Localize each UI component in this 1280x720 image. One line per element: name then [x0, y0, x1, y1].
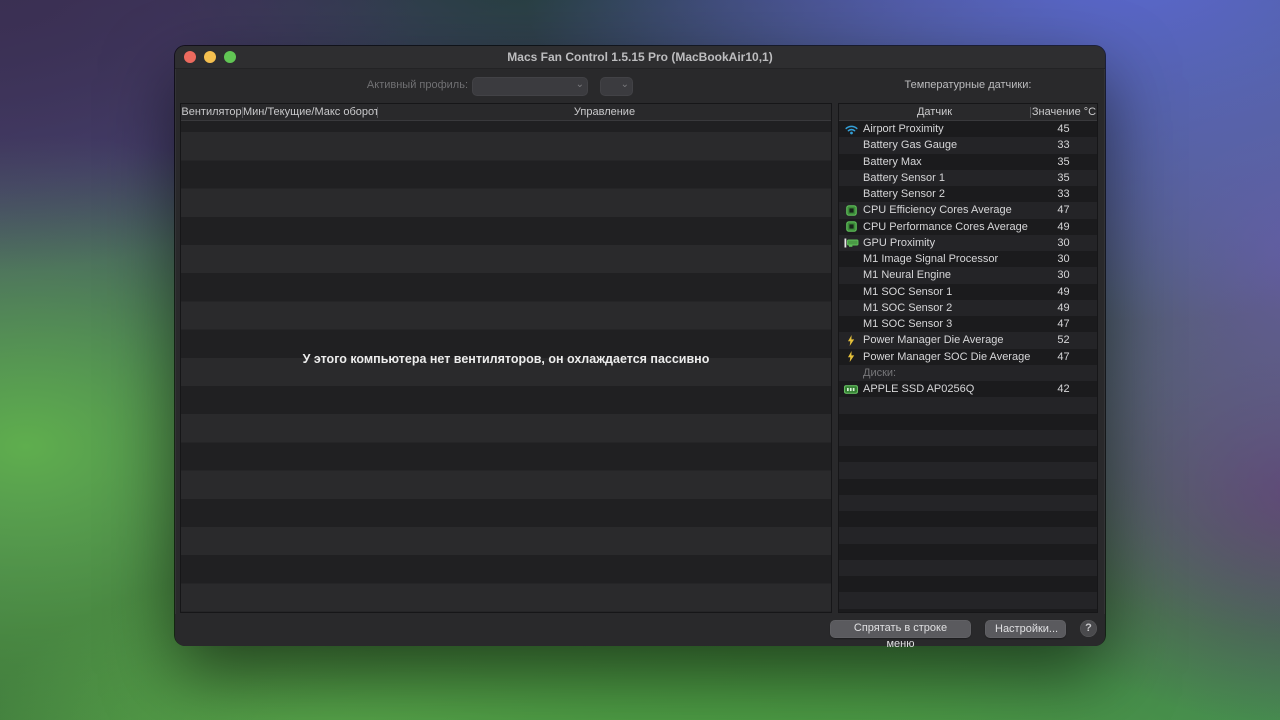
empty-row — [839, 479, 1097, 495]
sensor-row[interactable]: Battery Sensor 2 33 — [839, 186, 1097, 202]
sensor-value: 30 — [1030, 251, 1097, 267]
sensor-name: Диски: — [863, 365, 896, 381]
help-button[interactable]: ? — [1080, 620, 1097, 637]
empty-row — [839, 397, 1097, 413]
toolbar: Активный профиль: ⌄ ⌄ Температурные датч… — [175, 69, 1105, 103]
fans-table-body: У этого компьютера нет вентиляторов, он … — [181, 121, 831, 614]
empty-row — [839, 511, 1097, 527]
sensors-panel-title: Температурные датчики: — [838, 79, 1098, 91]
sensor-value: 49 — [1030, 219, 1097, 235]
sensor-name: Airport Proximity — [863, 121, 944, 137]
empty-row — [839, 544, 1097, 560]
bolt-icon — [842, 349, 860, 365]
sensor-row[interactable]: CPU Performance Cores Average49 — [839, 219, 1097, 235]
sensor-name: CPU Efficiency Cores Average — [863, 202, 1012, 218]
bolt-icon — [842, 332, 860, 348]
sensor-value: 35 — [1030, 154, 1097, 170]
empty-row — [839, 430, 1097, 446]
sensor-row[interactable]: Power Manager Die Average 52 — [839, 332, 1097, 348]
empty-row — [839, 446, 1097, 462]
gpu-icon — [842, 235, 860, 251]
fans-column-header-fan[interactable]: Вентилятор — [181, 106, 242, 118]
active-profile-label: Активный профиль: — [367, 79, 468, 91]
sensor-name: CPU Performance Cores Average — [863, 219, 1028, 235]
sensor-section-row[interactable]: Диски: — [839, 365, 1097, 381]
footer-bar: Спрятать в строке меню Настройки... ? — [175, 614, 1105, 646]
main-content: Вентилятор Мин/Текущие/Макс обороты Упра… — [175, 103, 1105, 614]
sensor-value: 52 — [1030, 332, 1097, 348]
sensor-value: 45 — [1030, 121, 1097, 137]
sensor-row[interactable]: M1 SOC Sensor 2 49 — [839, 300, 1097, 316]
window-title: Macs Fan Control 1.5.15 Pro (MacBookAir1… — [175, 46, 1105, 68]
sensor-value: 49 — [1030, 284, 1097, 300]
no-fans-message: У этого компьютера нет вентиляторов, он … — [181, 352, 831, 366]
desktop-wallpaper: Macs Fan Control 1.5.15 Pro (MacBookAir1… — [0, 0, 1280, 720]
sensor-name: M1 SOC Sensor 3 — [863, 316, 952, 332]
empty-row — [839, 462, 1097, 478]
sensor-name: M1 Neural Engine — [863, 267, 951, 283]
sensor-row[interactable]: Battery Gas Gauge 33 — [839, 137, 1097, 153]
sensor-value: 30 — [1030, 267, 1097, 283]
sensor-name: APPLE SSD AP0256Q — [863, 381, 974, 397]
sensor-name: M1 SOC Sensor 1 — [863, 284, 952, 300]
sensor-row[interactable]: M1 Image Signal Processor 30 — [839, 251, 1097, 267]
sensor-value: 47 — [1030, 316, 1097, 332]
window-titlebar[interactable]: Macs Fan Control 1.5.15 Pro (MacBookAir1… — [175, 46, 1105, 69]
sensor-row[interactable]: APPLE SSD AP0256Q 42 — [839, 381, 1097, 397]
sensor-name: Battery Sensor 1 — [863, 170, 945, 186]
sensor-name: Power Manager SOC Die Average — [863, 349, 1030, 365]
empty-row — [839, 592, 1097, 608]
sensor-name: Battery Max — [863, 154, 922, 170]
sensor-name: M1 Image Signal Processor — [863, 251, 998, 267]
sensor-value: 33 — [1030, 186, 1097, 202]
sensor-row[interactable]: Battery Sensor 1 35 — [839, 170, 1097, 186]
chip-icon — [842, 219, 860, 235]
sensor-row[interactable]: CPU Efficiency Cores Average 47 — [839, 202, 1097, 218]
sensor-value: 35 — [1030, 170, 1097, 186]
sensor-name: GPU Proximity — [863, 235, 935, 251]
chevron-down-icon: ⌄ — [621, 79, 629, 90]
chip-icon — [842, 202, 860, 218]
empty-row — [839, 560, 1097, 576]
fans-column-header-rpm[interactable]: Мин/Текущие/Макс обороты — [243, 106, 377, 118]
fans-table: Вентилятор Мин/Текущие/Макс обороты Упра… — [180, 103, 832, 613]
sensors-column-header-sensor[interactable]: Датчик — [839, 106, 1030, 118]
sensor-name: Battery Sensor 2 — [863, 186, 945, 202]
sensors-table: Датчик Значение °C Airport Proximity45Ba… — [838, 103, 1098, 613]
sensor-value: 42 — [1030, 381, 1097, 397]
sensor-value: 47 — [1030, 202, 1097, 218]
sensors-table-header: Датчик Значение °C — [839, 104, 1097, 121]
sensor-name: Power Manager Die Average — [863, 332, 1003, 348]
sensors-table-body: Airport Proximity45Battery Gas Gauge33Ba… — [839, 121, 1097, 613]
empty-row — [839, 527, 1097, 543]
fans-table-header: Вентилятор Мин/Текущие/Макс обороты Упра… — [181, 104, 831, 121]
profile-actions-select[interactable]: ⌄ — [600, 77, 633, 96]
empty-row — [839, 576, 1097, 592]
chevron-down-icon: ⌄ — [576, 79, 584, 90]
sensor-row[interactable]: Airport Proximity 45 — [839, 121, 1097, 137]
sensor-row[interactable]: M1 Neural Engine 30 — [839, 267, 1097, 283]
sensor-value: 49 — [1030, 300, 1097, 316]
sensor-row[interactable]: Battery Max 35 — [839, 154, 1097, 170]
ssd-icon — [842, 381, 860, 397]
sensors-column-header-value[interactable]: Значение °C — [1031, 106, 1097, 118]
sensor-name: M1 SOC Sensor 2 — [863, 300, 952, 316]
wifi-icon — [842, 121, 860, 137]
empty-row — [839, 609, 1097, 614]
app-window: Macs Fan Control 1.5.15 Pro (MacBookAir1… — [175, 46, 1105, 645]
settings-button[interactable]: Настройки... — [985, 620, 1066, 638]
empty-row — [839, 414, 1097, 430]
sensor-value: 33 — [1030, 137, 1097, 153]
sensor-value: 30 — [1030, 235, 1097, 251]
sensor-value: 47 — [1030, 349, 1097, 365]
fans-column-header-control[interactable]: Управление — [378, 106, 831, 118]
active-profile-select[interactable]: ⌄ — [472, 77, 588, 96]
sensor-row[interactable]: GPU Proximity 30 — [839, 235, 1097, 251]
sensor-row[interactable]: M1 SOC Sensor 3 47 — [839, 316, 1097, 332]
empty-row — [839, 495, 1097, 511]
sensor-name: Battery Gas Gauge — [863, 137, 957, 153]
sensor-row[interactable]: M1 SOC Sensor 1 49 — [839, 284, 1097, 300]
sensor-row[interactable]: Power Manager SOC Die Average47 — [839, 349, 1097, 365]
hide-in-menubar-button[interactable]: Спрятать в строке меню — [830, 620, 971, 638]
